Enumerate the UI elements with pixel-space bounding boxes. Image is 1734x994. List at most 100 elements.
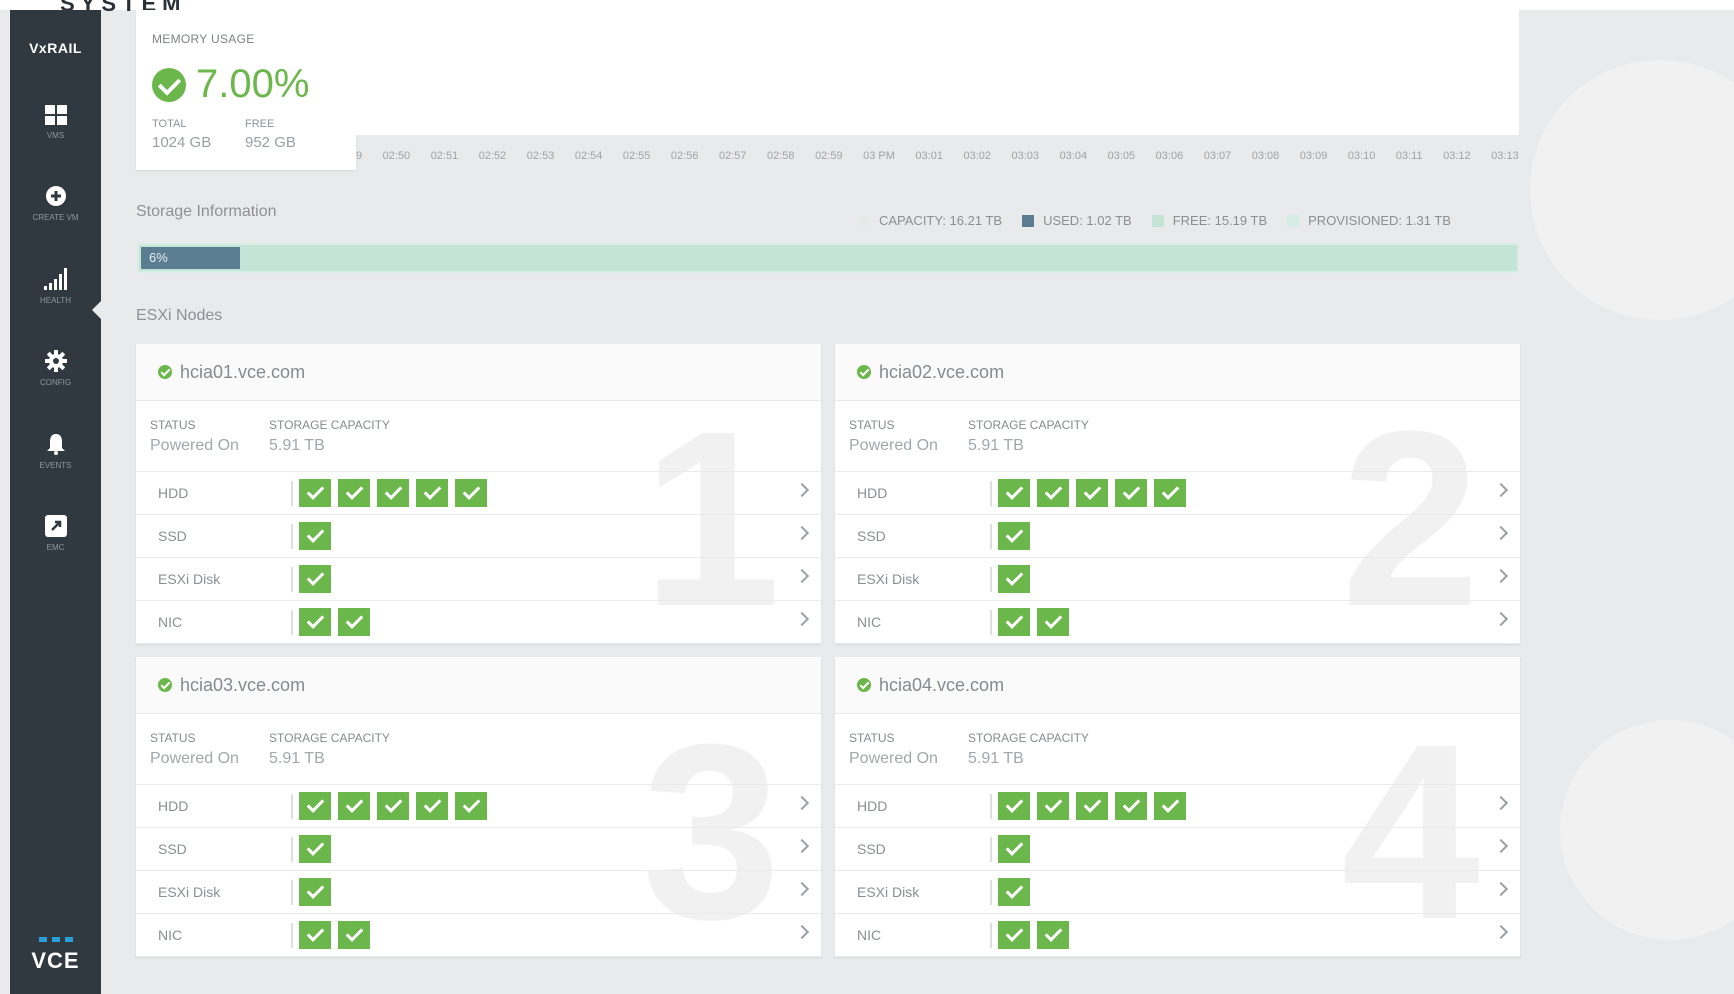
check-circle-icon [857,678,871,692]
nav-item-vms[interactable]: VMS [10,105,101,185]
nav-item-events[interactable]: EVENTS [10,433,101,513]
component-rows: HDD SSD ESXi Disk NIC [136,784,821,957]
component-row[interactable]: HDD [835,471,1520,514]
storage-capacity-label: STORAGE CAPACITY [269,731,390,745]
time-axis-tick: 03:12 [1443,150,1471,162]
check-icon [998,792,1030,820]
node-hostname[interactable]: hcia04.vce.com [879,675,1004,696]
row-divider [291,794,293,819]
legend-swatch [1151,214,1164,227]
component-name: NIC [158,927,183,943]
component-name: SSD [857,841,886,857]
time-axis-tick: 03:04 [1059,150,1088,162]
chevron-right-icon[interactable] [1493,838,1509,854]
chevron-right-icon[interactable] [794,924,810,940]
time-axis: 9 02:50 02:51 02:52 02:53 02:54 02:55 02:56 02:5… [356,150,1519,168]
check-icon [377,479,409,507]
chevron-right-icon[interactable] [794,611,810,627]
check-icon [299,479,331,507]
legend-item: FREE: 15.19 TB [1172,213,1268,228]
component-row[interactable]: NIC [835,913,1520,957]
chevron-right-icon[interactable] [1493,924,1509,940]
check-icon [299,792,331,820]
nav-item-config[interactable]: CONFIG [10,350,101,430]
component-row[interactable]: SSD [835,827,1520,870]
chevron-right-icon[interactable] [1493,795,1509,811]
node-hostname[interactable]: hcia03.vce.com [180,675,305,696]
component-row[interactable]: HDD [835,784,1520,827]
row-divider [990,524,992,549]
time-axis-tick: 9 [356,150,363,162]
time-axis-tick: 02:59 [815,150,843,162]
nav-label: EVENTS [39,461,72,470]
row-divider [990,481,992,506]
component-row[interactable]: ESXi Disk [835,557,1520,600]
component-row[interactable]: SSD [835,514,1520,557]
legend-swatch [1287,214,1300,227]
component-row[interactable]: HDD [136,784,821,827]
status-value: Powered On [849,437,938,454]
chevron-right-icon[interactable] [794,482,810,498]
chevron-right-icon[interactable] [1493,881,1509,897]
check-icon [377,792,409,820]
memory-free-value: 952 GB [245,134,296,151]
check-icon [416,479,448,507]
legend-swatch [1022,214,1035,227]
chevron-right-icon[interactable] [794,568,810,584]
chevron-right-icon[interactable] [1493,568,1509,584]
status-label: STATUS [150,418,196,432]
check-icon [299,608,331,636]
chevron-right-icon[interactable] [1493,525,1509,541]
chevron-right-icon[interactable] [794,838,810,854]
chevron-right-icon[interactable] [1493,611,1509,627]
node-header[interactable]: hcia02.vce.com [835,344,1520,401]
health-checks [998,878,1030,906]
nav-item-health[interactable]: HEALTH [10,268,101,348]
storage-capacity-value: 5.91 TB [269,750,325,767]
check-icon [998,479,1030,507]
storage-information-title: Storage Information [136,203,277,220]
node-header[interactable]: hcia03.vce.com [136,657,821,714]
component-row[interactable]: ESXi Disk [136,870,821,913]
check-icon [299,565,331,593]
component-row[interactable]: NIC [835,600,1520,644]
nav-item-create-vm[interactable]: CREATE VM [10,185,101,265]
time-axis-tick: 03:01 [915,150,943,162]
memory-free-label: FREE [245,118,275,130]
time-axis-tick: 02:50 [382,150,411,162]
check-icon [998,608,1030,636]
health-checks [299,608,370,636]
component-row[interactable]: NIC [136,600,821,644]
component-name: SSD [857,528,886,544]
component-row[interactable]: ESXi Disk [136,557,821,600]
node-header[interactable]: hcia01.vce.com [136,344,821,401]
background-decoration [1560,720,1734,940]
memory-percent: 7.00% [196,62,310,106]
chevron-right-icon[interactable] [794,795,810,811]
row-divider [990,923,992,948]
node-hostname[interactable]: hcia01.vce.com [180,362,305,383]
chevron-right-icon[interactable] [794,525,810,541]
bell-icon [46,434,65,455]
row-divider [291,524,293,549]
time-axis-tick: 03:02 [963,150,991,162]
component-row[interactable]: NIC [136,913,821,957]
check-circle-icon [152,67,186,102]
check-icon [998,522,1030,550]
nav-item-emc[interactable]: EMC [10,515,101,595]
signal-bars-icon [43,268,67,290]
row-divider [291,481,293,506]
component-row[interactable]: HDD [136,471,821,514]
health-checks [998,921,1069,949]
chevron-right-icon[interactable] [794,881,810,897]
time-axis-tick: 03:08 [1251,150,1280,162]
health-checks [299,835,331,863]
node-header[interactable]: hcia04.vce.com [835,657,1520,714]
chevron-right-icon[interactable] [1493,482,1509,498]
health-checks [299,792,487,820]
node-hostname[interactable]: hcia02.vce.com [879,362,1004,383]
component-row[interactable]: ESXi Disk [835,870,1520,913]
component-row[interactable]: SSD [136,514,821,557]
component-row[interactable]: SSD [136,827,821,870]
legend-swatch [858,214,870,227]
